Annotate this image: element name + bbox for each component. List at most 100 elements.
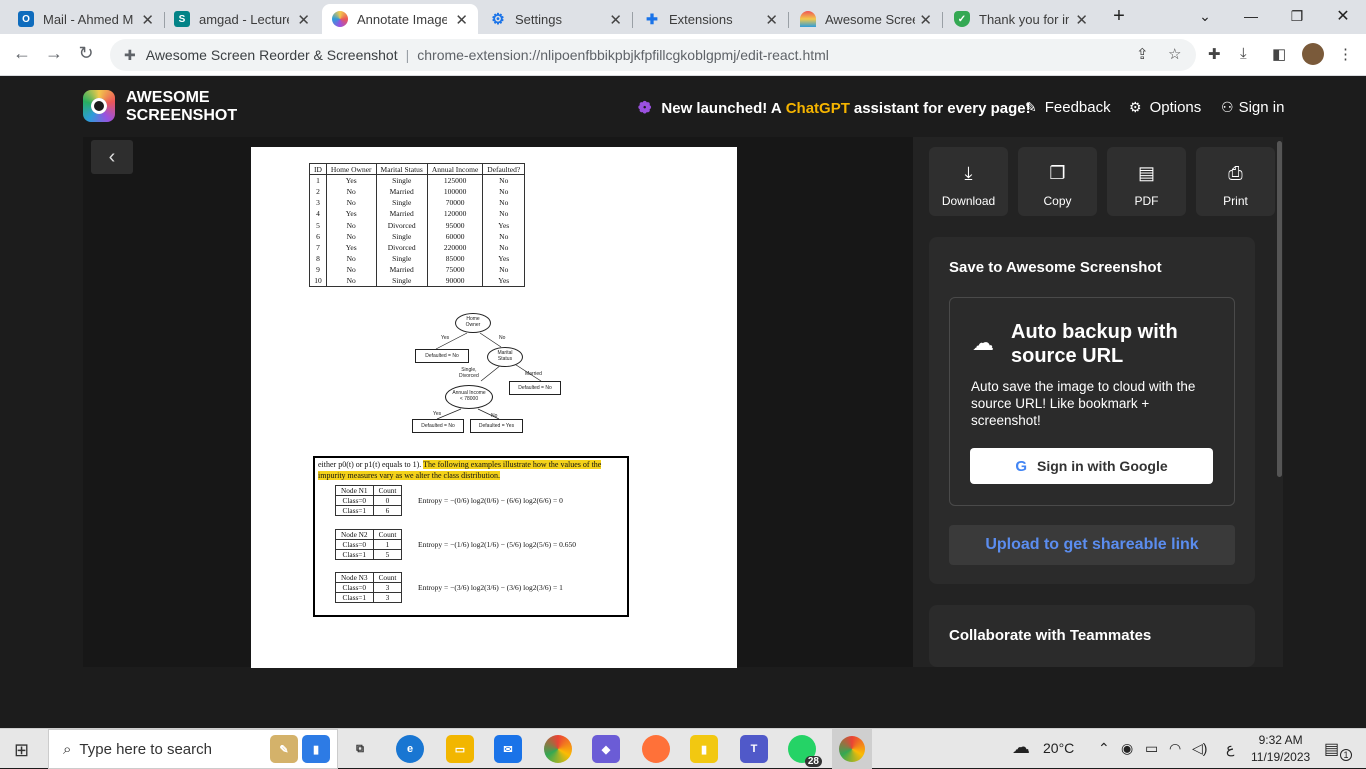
wifi-icon[interactable]: ◠ (1169, 740, 1181, 757)
table-cell: Married (375, 264, 428, 276)
notes-app-icon[interactable]: ✎ (270, 735, 298, 763)
minimize-button[interactable]: — (1228, 0, 1274, 32)
table-cell: 60000 (426, 230, 484, 242)
brand-name: AWESOME SCREENSHOT (126, 89, 237, 125)
promo-gpt: ChatGPT (785, 99, 850, 117)
windows-start-icon[interactable]: ⊞ (14, 740, 29, 761)
tab-mail[interactable]: O Mail - Ahmed M ✕ (8, 4, 164, 34)
tray-chevron-icon[interactable]: ⌃ (1098, 740, 1110, 757)
panel-scrollbar[interactable] (1277, 141, 1282, 477)
power-bi-icon[interactable]: ▮ (690, 735, 718, 763)
excerpt-text: either p0(t) or p1(t) equals to 1). The … (318, 460, 628, 481)
table-cell: No (325, 219, 377, 231)
pdf-button[interactable]: ▤ PDF (1107, 147, 1186, 216)
table-cell: Single (375, 275, 428, 288)
close-tab-icon[interactable]: ✕ (141, 11, 154, 29)
new-tab-button[interactable]: + (1096, 0, 1142, 32)
download-icon: ⤓ (964, 163, 973, 183)
copilot-icon[interactable]: ◆ (592, 735, 620, 763)
upload-shareable-link-button[interactable]: Upload to get shareable link (949, 525, 1235, 565)
annotated-excerpt: either p0(t) or p1(t) equals to 1). The … (313, 456, 629, 617)
puzzle-icon: ✚ (646, 10, 658, 27)
tab-lecture[interactable]: S amgad - Lecture ✕ (164, 4, 320, 34)
tab-thank-you[interactable]: ✓ Thank you for in ✕ (944, 4, 1098, 34)
forward-arrow-icon[interactable]: → (42, 43, 66, 64)
sign-in-google-button[interactable]: G Sign in with Google (970, 448, 1213, 484)
tab-settings[interactable]: ⚙ Settings ✕ (480, 4, 632, 34)
volume-icon[interactable]: ◁) (1192, 740, 1207, 757)
tab-extensions[interactable]: ✚ Extensions ✕ (634, 4, 788, 34)
close-tab-icon[interactable]: ✕ (765, 11, 778, 29)
chrome-active-icon[interactable] (832, 729, 872, 769)
battery-icon[interactable]: ▭ (1145, 740, 1158, 757)
data-table: ID Home Owner Marital Status Annual Inco… (309, 162, 526, 288)
table-cell: Single (375, 174, 428, 186)
address-bar[interactable]: ✚ Awesome Screen Reorder & Screenshot | … (110, 39, 1196, 71)
close-tab-icon[interactable]: ✕ (1075, 11, 1088, 29)
screenshot-image[interactable]: ID Home Owner Marital Status Annual Inco… (251, 147, 737, 668)
printer-icon: ⎙ (1228, 163, 1243, 183)
file-explorer-icon[interactable]: ▭ (446, 735, 474, 763)
back-chevron-button[interactable]: ‹ (91, 140, 133, 174)
bottle-app-icon[interactable]: ▮ (302, 735, 330, 763)
action-label: Copy (1043, 194, 1072, 208)
task-view-icon[interactable]: ⧉ (346, 735, 374, 763)
close-tab-icon[interactable]: ✕ (609, 11, 622, 29)
profile-avatar[interactable] (1302, 43, 1324, 65)
tab-annotate-image[interactable]: Annotate Image ✕ (322, 4, 478, 34)
chatgpt-promo[interactable]: ❁ New launched! A ChatGPT assistant for … (638, 98, 1031, 118)
close-tab-icon[interactable]: ✕ (455, 11, 468, 29)
close-tab-icon[interactable]: ✕ (297, 11, 310, 29)
weather-icon[interactable]: ☁ (1012, 737, 1030, 758)
table-cell: Married (375, 208, 428, 220)
side-panel-icon[interactable]: ◧ (1272, 45, 1286, 63)
temperature[interactable]: 20°C (1043, 740, 1074, 756)
table-cell: No (325, 275, 377, 288)
print-button[interactable]: ⎙ Print (1196, 147, 1275, 216)
table-cell: 75000 (426, 264, 484, 276)
column-header: Marital Status (375, 162, 428, 176)
back-arrow-icon[interactable]: ← (10, 43, 34, 64)
action-label: PDF (1134, 194, 1159, 208)
mail-icon[interactable]: ✉ (494, 735, 522, 763)
meet-icon[interactable]: ◉ (1121, 740, 1133, 757)
tree-leaf: Defaulted = No (412, 419, 464, 433)
language-indicator[interactable]: ع (1226, 740, 1234, 757)
close-window-button[interactable]: ✕ (1320, 0, 1366, 32)
whatsapp-icon[interactable]: 28 (788, 735, 822, 767)
action-label: Print (1223, 194, 1248, 208)
table-row: Node N1 Count (335, 485, 403, 496)
collaborate-card: Collaborate with Teammates (929, 605, 1255, 667)
share-icon[interactable]: ⇪ (1136, 45, 1149, 63)
teams-icon[interactable]: T (740, 735, 768, 763)
download-icon[interactable]: ⤓ (1240, 45, 1247, 62)
taskbar-clock[interactable]: 9:32 AM 11/19/2023 (1251, 732, 1310, 766)
restore-button[interactable]: ❐ (1274, 0, 1320, 32)
brand-line: AWESOME (126, 89, 210, 106)
feedback-link[interactable]: ✎ Feedback (1025, 99, 1111, 116)
gear-icon: ⚙ (491, 11, 505, 28)
sign-in-link[interactable]: ⚇ Sign in (1221, 99, 1284, 116)
firefox-icon[interactable] (642, 735, 670, 763)
table-cell: Class=0 (335, 582, 374, 593)
tree-node-annual-income: Annual Income < 78000 (445, 385, 493, 409)
edge-icon[interactable]: e (396, 735, 424, 763)
bookmark-star-icon[interactable]: ☆ (1168, 45, 1181, 63)
table-cell: Single (375, 253, 428, 265)
tab-search-chevron-icon[interactable]: ⌄ (1182, 0, 1228, 32)
table-cell: Yes (482, 253, 526, 265)
notification-icon[interactable]: ▤ (1324, 739, 1339, 759)
tab-awesome-screen[interactable]: Awesome Screer ✕ (790, 4, 942, 34)
close-tab-icon[interactable]: ✕ (919, 11, 932, 29)
tab-title: Awesome Screer (825, 11, 915, 27)
extensions-icon[interactable]: ✚ (1208, 45, 1221, 63)
feedback-icon: ✎ (1025, 99, 1037, 115)
download-button[interactable]: ⤓ Download (929, 147, 1008, 216)
table-row: Class=1 6 (335, 505, 403, 516)
sharepoint-icon: S (174, 11, 190, 27)
copy-button[interactable]: ❐ Copy (1018, 147, 1097, 216)
menu-kebab-icon[interactable]: ⋮ (1338, 45, 1353, 63)
reload-icon[interactable]: ↻ (74, 43, 98, 64)
options-link[interactable]: ⚙ Options (1129, 99, 1201, 116)
chrome-icon[interactable] (544, 735, 572, 763)
